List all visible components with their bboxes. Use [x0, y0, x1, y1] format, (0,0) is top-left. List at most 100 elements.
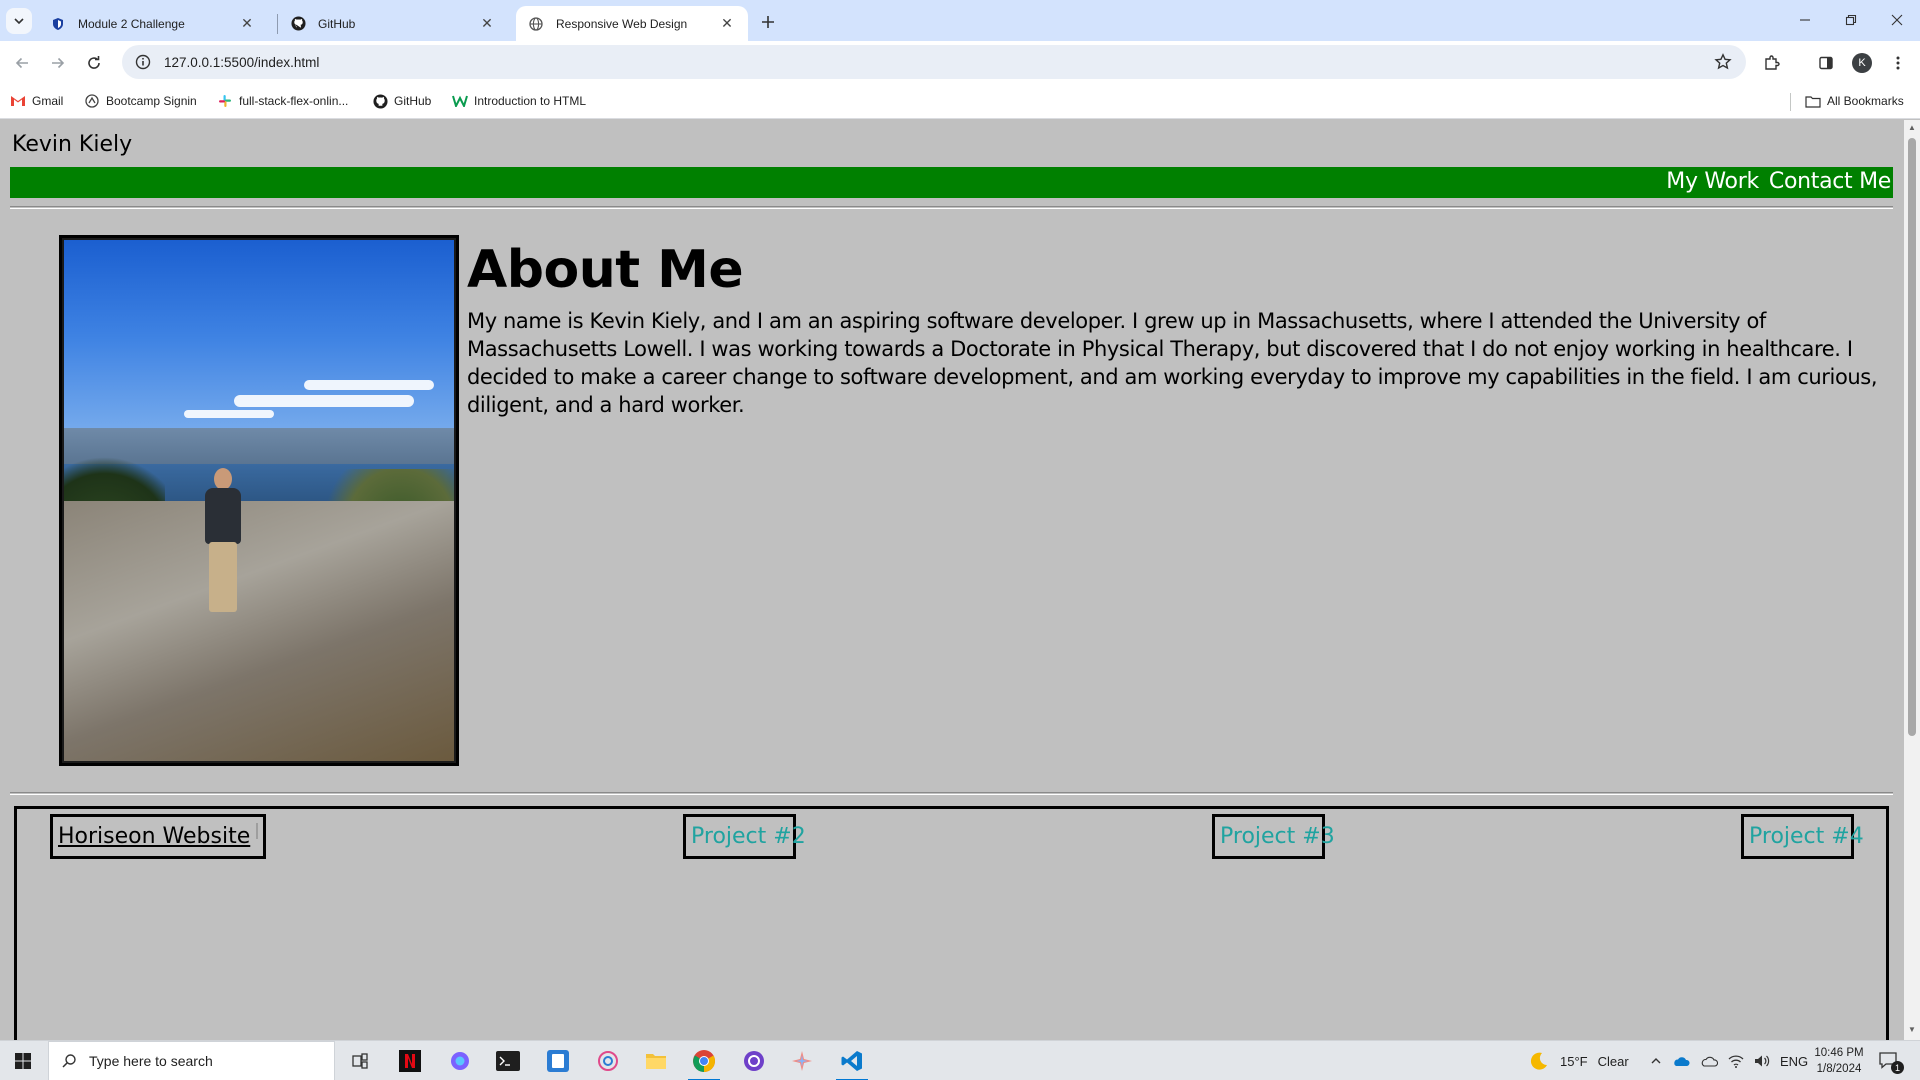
start-button[interactable] [0, 1041, 46, 1080]
notification-center[interactable]: 1 [1878, 1041, 1904, 1080]
project-link[interactable]: Project #2 [691, 824, 806, 849]
project-card[interactable]: Project #4 [1741, 814, 1864, 859]
language-indicator[interactable]: ENG [1780, 1054, 1808, 1069]
gmail-icon [10, 93, 26, 109]
close-icon[interactable]: ✕ [718, 15, 736, 33]
nav-links: My Work Contact Me [1666, 169, 1891, 194]
slack-icon [217, 93, 233, 109]
weather-widget[interactable]: 15°F Clear [1528, 1041, 1629, 1080]
bookmark-label: All Bookmarks [1827, 94, 1904, 108]
tab-github[interactable]: GitHub ✕ [278, 6, 508, 41]
page-scrollbar[interactable]: ▲ ▼ [1904, 120, 1920, 1040]
project-link[interactable]: Project #4 [1749, 824, 1864, 849]
gemini-icon[interactable] [778, 1041, 826, 1080]
reload-button[interactable] [80, 49, 108, 77]
tab-module-2-challenge[interactable]: Module 2 Challenge ✕ [38, 6, 268, 41]
bookmark-gmail[interactable]: Gmail [10, 93, 63, 109]
search-placeholder: Type here to search [89, 1053, 213, 1069]
browser-toolbar: 127.0.0.1:5500/index.html K [0, 41, 1920, 85]
bookmark-slack[interactable]: full-stack-flex-onlin... [217, 93, 348, 109]
scroll-thumb[interactable] [1908, 138, 1916, 736]
weather-desc: Clear [1597, 1053, 1629, 1069]
side-panel-icon [1819, 56, 1833, 70]
close-window-button[interactable] [1874, 0, 1920, 40]
project-card[interactable]: Project #3 [1212, 814, 1335, 859]
moon-icon [1530, 1052, 1547, 1070]
reload-icon [88, 56, 100, 69]
globe-icon [528, 16, 544, 32]
project-link[interactable]: Horiseon Website [58, 824, 250, 849]
all-bookmarks-button[interactable]: All Bookmarks [1805, 93, 1904, 109]
volume-icon[interactable] [1754, 1054, 1770, 1068]
copilot-icon[interactable] [436, 1041, 484, 1080]
clock-date: 1/8/2024 [1816, 1063, 1862, 1075]
about-heading: About Me [467, 240, 744, 300]
taskbar-search[interactable]: Type here to search [48, 1041, 335, 1080]
close-icon[interactable]: ✕ [238, 15, 256, 33]
wifi-icon[interactable] [1728, 1054, 1744, 1068]
bookmark-introduction-to-html[interactable]: Introduction to HTML [452, 93, 586, 109]
netflix-icon[interactable] [386, 1041, 434, 1080]
plus-icon [762, 16, 774, 28]
minimize-button[interactable] [1782, 0, 1828, 40]
minimize-icon [1800, 19, 1810, 21]
page-viewport: Kevin Kiely My Work Contact Me About Me … [0, 120, 1904, 1040]
back-button[interactable] [8, 49, 36, 77]
search-icon [61, 1053, 77, 1069]
nav-link-contact-me[interactable]: Contact Me [1769, 169, 1891, 194]
onedrive-icon[interactable] [1672, 1055, 1690, 1067]
tab-title: Responsive Web Design [556, 16, 688, 31]
tab-title: Module 2 Challenge [78, 16, 185, 31]
bookmarks-bar: Gmail Bootcamp Signin full-stack-flex-on… [0, 85, 1920, 119]
nav-link-my-work[interactable]: My Work [1666, 169, 1759, 194]
new-tab-button[interactable] [754, 8, 782, 36]
arrow-left-icon [15, 57, 28, 69]
side-panel-button[interactable] [1812, 49, 1840, 77]
address-bar[interactable]: 127.0.0.1:5500/index.html [122, 45, 1746, 79]
scroll-up-icon[interactable]: ▲ [1908, 124, 1916, 132]
nav-bar: My Work Contact Me [10, 167, 1893, 198]
bookmark-star-icon[interactable] [1714, 53, 1732, 74]
bookmark-bootcamp-signin[interactable]: Bootcamp Signin [84, 93, 197, 109]
project-link[interactable]: Project #3 [1220, 824, 1335, 849]
chevron-down-icon [14, 18, 24, 25]
chevron-up-icon[interactable] [1650, 1055, 1662, 1067]
vscode-icon[interactable] [828, 1041, 876, 1080]
task-view-icon[interactable] [336, 1041, 384, 1080]
project-card[interactable]: Horiseon Website [50, 814, 266, 859]
snipping-tool-icon[interactable] [584, 1041, 632, 1080]
profile-photo-image [64, 240, 454, 761]
restore-icon [1845, 14, 1857, 26]
tab-search-button[interactable] [6, 8, 32, 34]
cloud-icon[interactable] [1700, 1055, 1718, 1067]
terminal-icon[interactable] [484, 1041, 532, 1080]
profile-initial: K [1858, 57, 1866, 69]
file-explorer-icon[interactable] [632, 1041, 680, 1080]
notification-badge: 1 [1891, 1061, 1904, 1074]
tab-title: GitHub [318, 16, 356, 31]
profile-button[interactable]: K [1848, 49, 1876, 77]
w3-icon [452, 93, 468, 109]
bookmark-github[interactable]: GitHub [372, 93, 431, 109]
github-desktop-icon[interactable] [730, 1041, 778, 1080]
horizontal-rule [10, 792, 1893, 795]
text-editor-icon[interactable] [534, 1041, 582, 1080]
clock[interactable]: 10:46 PM 1/8/2024 [1806, 1045, 1872, 1077]
bookmarks-divider [1790, 93, 1791, 111]
restore-button[interactable] [1828, 0, 1874, 40]
weather-temp: 15°F [1560, 1053, 1588, 1069]
horizontal-rule [10, 206, 1893, 209]
extensions-button[interactable] [1758, 49, 1786, 77]
scroll-down-icon[interactable]: ▼ [1908, 1026, 1916, 1034]
work-section: Horiseon Website Project #2 Project #3 P… [14, 806, 1889, 1040]
taskbar: Type here to search 15°F Clear ENG 10:46… [0, 1040, 1920, 1080]
close-icon[interactable]: ✕ [478, 15, 496, 33]
chrome-icon[interactable] [680, 1041, 728, 1080]
browser-menu-button[interactable] [1884, 49, 1912, 77]
kebab-menu-icon [1896, 56, 1900, 70]
tab-responsive-web-design[interactable]: Responsive Web Design ✕ [516, 6, 748, 41]
bookmark-label: Gmail [32, 94, 64, 108]
forward-button[interactable] [44, 49, 72, 77]
project-card[interactable]: Project #2 [683, 814, 806, 859]
site-info-icon[interactable] [132, 51, 154, 73]
